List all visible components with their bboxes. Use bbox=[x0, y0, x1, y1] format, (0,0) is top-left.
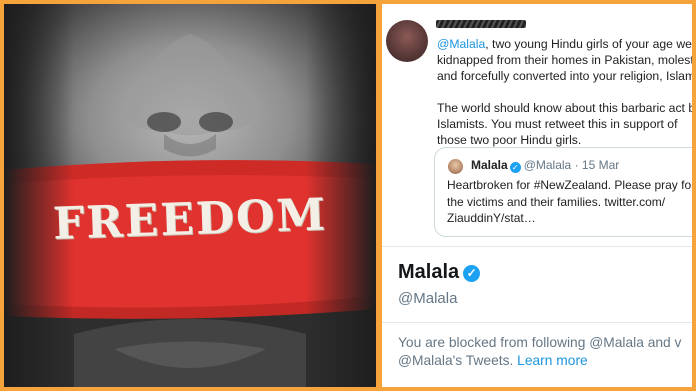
divider bbox=[382, 322, 692, 323]
tweet-line-5: Islamists. You must retweet this in supp… bbox=[437, 116, 678, 131]
blocked-line-2: @Malala's Tweets. Learn more bbox=[398, 353, 588, 368]
quoted-name: Malala bbox=[471, 158, 508, 172]
quoted-avatar bbox=[448, 159, 463, 174]
tweet-line-1: @Malala, two young Hindu girls of your a… bbox=[437, 37, 692, 51]
profile-handle: @Malala bbox=[398, 290, 458, 307]
quoted-text: Heartbroken for #NewZealand. Please pray… bbox=[447, 177, 692, 227]
quoted-tweet-card[interactable]: Malala ✓ @Malala · 15 Mar Heartbroken for … bbox=[434, 147, 692, 237]
quoted-date: 15 Mar bbox=[581, 158, 620, 172]
quoted-header: Malala ✓ @Malala · 15 Mar bbox=[471, 158, 619, 173]
tweet-screenshot: @Malala, two young Hindu girls of your a… bbox=[382, 4, 692, 387]
learn-more-link[interactable]: Learn more bbox=[517, 353, 588, 368]
redacted-username bbox=[436, 20, 526, 28]
tweet-line-6: those two poor Hindu girls. bbox=[437, 133, 582, 148]
vignette-left bbox=[4, 4, 74, 387]
quoted-line-1: Heartbroken for #NewZealand. Please pray… bbox=[447, 178, 692, 192]
verified-badge-icon: ✓ bbox=[463, 265, 481, 282]
quoted-line-3: ZiauddinY/stat… bbox=[447, 211, 536, 225]
quoted-handle: @Malala bbox=[523, 158, 572, 172]
taped-mouth-photo: FREEDOM bbox=[4, 4, 376, 387]
tweet-line-4: The world should know about this barbari… bbox=[437, 100, 692, 115]
tweet-text: @Malala, two young Hindu girls of your a… bbox=[437, 36, 692, 148]
quoted-separator: · bbox=[574, 158, 579, 172]
verified-badge-icon: ✓ bbox=[509, 162, 521, 173]
divider bbox=[382, 246, 692, 247]
tweet-line-2: kidnapped from their homes in Pakistan, … bbox=[437, 53, 692, 68]
blocked-line-1: You are blocked from following @Malala a… bbox=[398, 335, 682, 350]
quoted-line-2: the victims and their families. twitter.… bbox=[447, 194, 666, 209]
mention-link[interactable]: @Malala bbox=[437, 37, 485, 51]
profile-name: Malala ✓ bbox=[398, 261, 481, 284]
avatar[interactable] bbox=[386, 20, 428, 62]
tweet-line-3: and forcefully converted into your relig… bbox=[437, 69, 692, 84]
blocked-notice: You are blocked from following @Malala a… bbox=[398, 334, 681, 370]
